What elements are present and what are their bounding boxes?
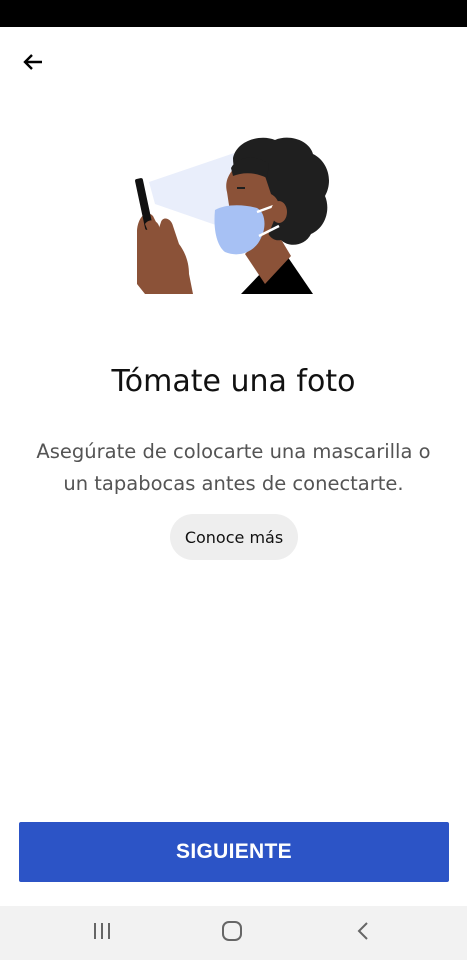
- home-button[interactable]: [202, 906, 262, 960]
- recents-button[interactable]: [72, 906, 132, 960]
- next-button[interactable]: SIGUIENTE: [19, 822, 449, 882]
- arrow-left-icon: [22, 52, 44, 76]
- screen: Tómate una foto Asegúrate de colocarte u…: [0, 0, 467, 960]
- page-description: Asegúrate de colocarte una mascarilla o …: [14, 436, 453, 500]
- back-button[interactable]: [14, 46, 52, 82]
- system-back-button[interactable]: [333, 906, 393, 960]
- description-line-2: un tapabocas antes de conectarte.: [63, 472, 404, 495]
- home-icon: [221, 920, 243, 946]
- recents-icon: [92, 922, 112, 944]
- description-line-1: Asegúrate de colocarte una mascarilla o: [36, 440, 431, 463]
- chevron-left-icon: [355, 921, 371, 945]
- page-title: Tómate una foto: [111, 364, 356, 399]
- learn-more-button[interactable]: Conoce más: [170, 514, 298, 560]
- system-nav-bar: [0, 906, 467, 960]
- selfie-illustration: [133, 134, 333, 296]
- status-bar: [0, 0, 467, 27]
